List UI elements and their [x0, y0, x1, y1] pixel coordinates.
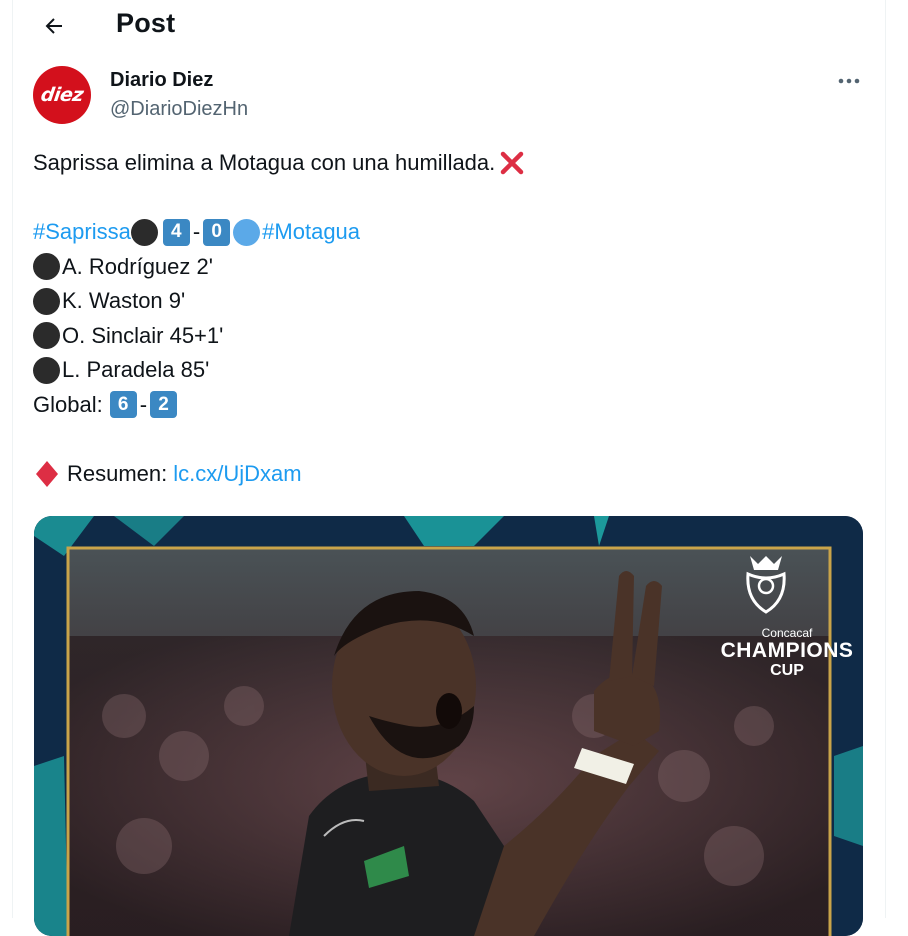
tweet-headline-line: Saprissa elimina a Motagua con una humil… — [33, 146, 853, 181]
author-handle[interactable]: @DiarioDiezHn — [110, 98, 248, 121]
goal-line: A. Rodríguez 2' — [33, 250, 853, 285]
hashtag-saprissa[interactable]: #Saprissa — [33, 215, 131, 250]
tweet-text: Saprissa elimina a Motagua con una humil… — [33, 146, 853, 491]
goal-scorer: A. Rodríguez 2' — [62, 253, 213, 279]
black-circle-icon — [33, 322, 60, 350]
global-separator: - — [139, 391, 148, 417]
hashtag-motagua[interactable]: #Motagua — [262, 215, 360, 250]
post-image[interactable]: Concacaf CHAMPIONS CUP — [34, 516, 863, 936]
avatar[interactable]: diez — [33, 66, 91, 124]
summary-link[interactable]: lc.cx/UjDxam — [173, 457, 301, 492]
keycap-global-away: 2 — [150, 391, 178, 419]
arrow-left-icon — [45, 18, 62, 34]
global-score-line: Global: 6 - 2 — [33, 388, 853, 423]
goal-line: O. Sinclair 45+1' — [33, 319, 853, 354]
black-circle-icon — [33, 356, 60, 384]
summary-label: Resumen: — [67, 460, 168, 486]
goal-scorer: L. Paradela 85' — [62, 357, 210, 382]
badge-concacaf-text: Concacaf — [761, 626, 813, 640]
keycap-home-score: 4 — [162, 218, 190, 246]
tweet-headline: Saprissa elimina a Motagua con una humil… — [33, 150, 496, 175]
more-options-button[interactable] — [830, 66, 868, 96]
player-celebration-image — [34, 516, 863, 936]
badge-champions-text: CHAMPIONS — [720, 639, 854, 662]
red-diamond-icon — [36, 460, 58, 487]
keycap-global-home: 6 — [109, 391, 137, 419]
more-horizontal-icon — [838, 78, 860, 84]
black-circle-icon — [130, 218, 158, 246]
avatar-logo-text: diez — [39, 84, 85, 106]
global-label: Global: — [33, 391, 103, 417]
score-line: #Saprissa 4 - 0 #Motagua — [33, 215, 853, 250]
black-circle-icon — [33, 287, 60, 315]
score-separator: - — [192, 219, 201, 244]
keycap-away-score: 0 — [203, 218, 231, 246]
goal-line: K. Waston 9' — [33, 284, 853, 319]
post-header: Post — [12, 0, 886, 52]
goal-line: L. Paradela 85' — [33, 353, 853, 388]
black-circle-icon — [33, 253, 60, 281]
author-name[interactable]: Diario Diez — [110, 69, 213, 92]
badge-cup-text: CUP — [770, 662, 804, 679]
red-cross-icon — [501, 152, 524, 175]
goal-scorer: K. Waston 9' — [62, 288, 186, 313]
blue-circle-icon — [233, 218, 261, 246]
summary-line: Resumen: lc.cx/UjDxam — [33, 457, 853, 492]
back-button[interactable] — [34, 6, 74, 46]
page-title: Post — [116, 8, 176, 38]
goal-scorer: O. Sinclair 45+1' — [62, 322, 224, 348]
